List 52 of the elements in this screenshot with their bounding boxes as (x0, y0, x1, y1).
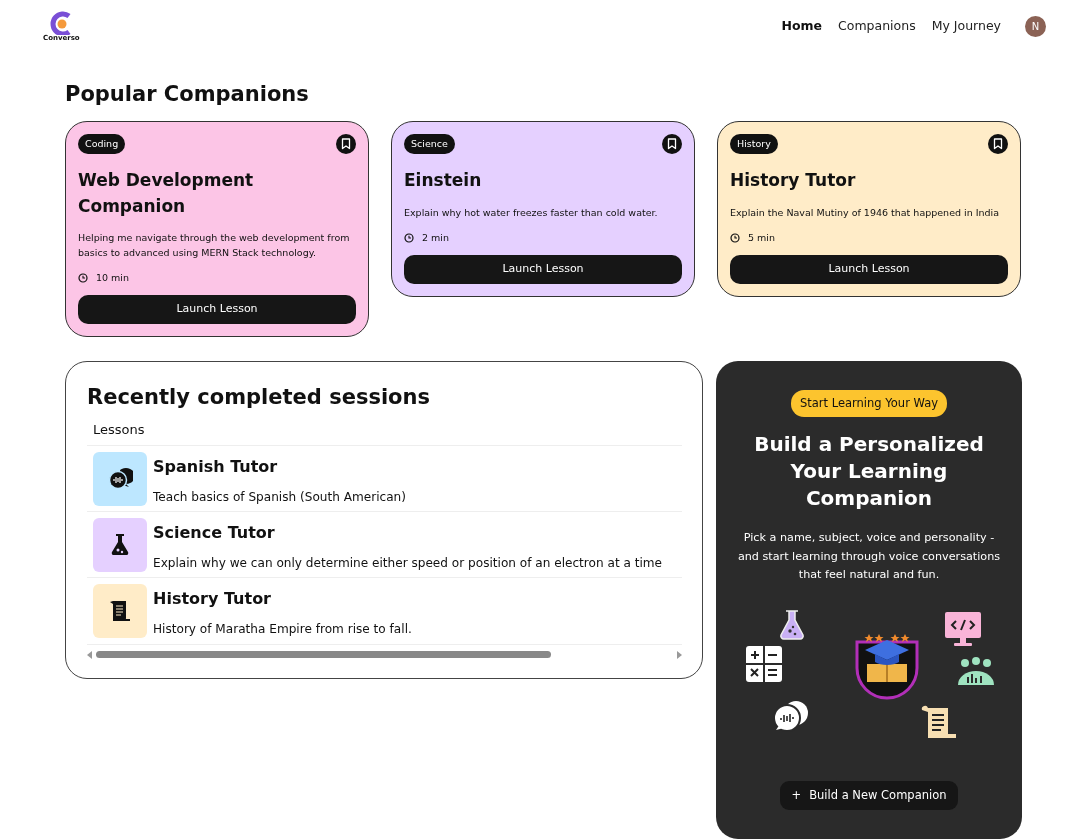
promo-text: Pick a name, subject, voice and personality - and start learning through voice conversations that feel natural and fun. (736, 530, 1002, 584)
subject-tag: Science (404, 134, 455, 155)
promo-badge: Start Learning Your Way (791, 390, 947, 418)
card-description: Explain the Naval Mutiny of 1946 that happened in India (730, 205, 1001, 220)
nav-link[interactable]: Companions (838, 16, 916, 36)
calculator-icon (745, 644, 783, 683)
nav-link[interactable]: My Journey (931, 16, 1001, 36)
promo-title: Build a Personalized Your Learning Companion (753, 431, 985, 512)
panel-title: Recently completed sessions (87, 384, 431, 412)
session-name: Science Tutor (153, 522, 276, 545)
code-monitor-icon (944, 610, 982, 647)
launch-button[interactable]: Launch Lesson (730, 254, 1008, 284)
column-header: Lessons (87, 419, 682, 447)
scroll-right-icon (677, 650, 682, 659)
bookmark-button[interactable] (336, 134, 356, 155)
section-title: Popular Companions (65, 82, 310, 108)
plus-icon: + (791, 787, 802, 802)
nav-link[interactable]: Home (781, 16, 823, 36)
bookmark-button[interactable] (988, 134, 1008, 155)
card-description: Helping me navigate through the web development from basics to advanced using MERN Stack technology. (78, 231, 351, 261)
card-title: Einstein (404, 169, 483, 193)
session-name: History Tutor (153, 588, 272, 611)
session-row[interactable]: History Tutor History of Maratha Empire from rise to fall. (87, 578, 682, 645)
duration-text: 2 min (422, 230, 449, 245)
card-title: Web Development Companion (78, 169, 255, 218)
clock-icon (404, 232, 414, 243)
scroll-left-icon (87, 650, 92, 659)
bookmark-button[interactable] (662, 134, 682, 155)
launch-button[interactable]: Launch Lesson (78, 295, 356, 325)
subject-tag: History (730, 134, 778, 155)
session-description: History of Maratha Empire from rise to fall. (153, 621, 412, 639)
clock-icon (730, 232, 740, 243)
subject-tag: Coding (78, 134, 126, 155)
group-chart-icon (956, 654, 996, 687)
session-row[interactable]: Science Tutor Explain why we can only determine either speed or position of an electron at a time (87, 512, 682, 579)
session-name: Spanish Tutor (153, 456, 279, 479)
new-companion-button[interactable]: + Build a New Companion (780, 780, 958, 810)
duration-text: 10 min (96, 270, 130, 285)
card-title: History Tutor (730, 169, 857, 193)
user-avatar[interactable]: N (1025, 15, 1046, 37)
launch-button[interactable]: Launch Lesson (404, 254, 682, 284)
session-row[interactable]: Spanish Tutor Teach basics of Spanish (South American) (87, 446, 682, 513)
session-description: Teach basics of Spanish (South American) (153, 489, 406, 507)
bookmark-icon (341, 138, 351, 151)
bookmark-icon (667, 138, 677, 151)
horizontal-scrollbar[interactable] (87, 648, 682, 661)
session-description: Explain why we can only determine either speed or position of an electron at a time (153, 555, 663, 573)
scroll-icon (920, 704, 958, 741)
card-description: Explain why hot water freezes faster than cold water. (404, 205, 659, 220)
bookmark-icon (993, 138, 1003, 151)
duration-text: 5 min (748, 230, 775, 245)
clock-icon (78, 273, 88, 283)
